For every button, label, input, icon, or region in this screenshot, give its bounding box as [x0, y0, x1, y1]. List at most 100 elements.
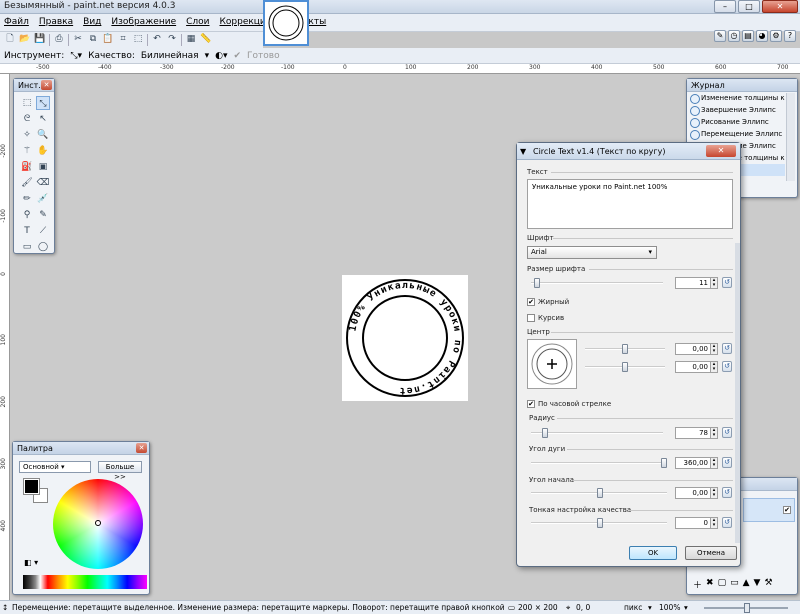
rect-select-tool-icon[interactable]: ⬚ [20, 96, 34, 110]
print-icon[interactable]: ⎙ [53, 34, 65, 46]
help-icon[interactable]: ? [784, 30, 796, 42]
delete-layer-icon[interactable]: ✖ [706, 578, 714, 592]
open-file-icon[interactable]: 📂 [19, 34, 31, 46]
history-item[interactable]: Рисование Эллипс [687, 116, 785, 128]
settings-icon[interactable]: ⚙ [770, 30, 782, 42]
blend-mode-icon[interactable]: ◐▾ [215, 51, 227, 61]
recolor-tool-icon[interactable]: ✎ [36, 208, 50, 222]
ok-button[interactable]: OK [629, 546, 677, 560]
redo-icon[interactable]: ↷ [166, 34, 178, 46]
text-input[interactable]: Уникальные уроки по Paint.net 100% [527, 179, 733, 229]
arc-angle-spinner[interactable]: ▴ ▾ [710, 457, 718, 469]
deselect-icon[interactable]: ⬚ [132, 34, 144, 46]
line-tool-icon[interactable]: ⟋ [36, 224, 50, 238]
history-window-icon[interactable]: ◷ [728, 30, 740, 42]
new-file-icon[interactable]: 🗋 [4, 34, 16, 46]
rulers-icon[interactable]: 📏 [200, 34, 212, 46]
arc-angle-value[interactable]: 360,00 [675, 457, 711, 469]
center-picker[interactable] [527, 339, 577, 389]
center-x-reset-button[interactable]: ↺ [722, 343, 732, 354]
image-canvas[interactable]: 100% Уникальные уроки по Paint.net [342, 275, 468, 401]
pencil-tool-icon[interactable]: ✏ [20, 192, 34, 206]
center-y-slider-thumb[interactable] [622, 362, 628, 372]
lasso-tool-icon[interactable]: ᘓ [20, 112, 34, 126]
center-x-slider-thumb[interactable] [622, 344, 628, 354]
undo-icon[interactable]: ↶ [151, 34, 163, 46]
font-select[interactable]: Arial ▾ [527, 246, 657, 259]
cut-icon[interactable]: ✂ [72, 34, 84, 46]
history-item[interactable]: Изменение толщины кисти [687, 92, 785, 104]
start-angle-reset-button[interactable]: ↺ [722, 487, 732, 498]
units-select[interactable]: пикс [624, 601, 642, 614]
layer-visible-checkbox[interactable]: ✔ [783, 506, 791, 514]
dialog-scrollbar[interactable] [735, 243, 740, 543]
font-size-spinner[interactable]: ▴ ▾ [710, 277, 718, 289]
history-item[interactable]: Перемещение Эллипс [687, 128, 785, 140]
paintbrush-tool-icon[interactable]: 🖌 [20, 176, 34, 190]
tools-close-button[interactable]: ✕ [41, 80, 52, 90]
clockwise-checkbox[interactable]: ✔ [527, 400, 535, 408]
center-y-spinner[interactable]: ▴ ▾ [710, 361, 718, 373]
move-layer-up-icon[interactable]: ▲ [743, 578, 750, 592]
primary-color-swatch[interactable] [23, 478, 40, 495]
quality-value[interactable]: 0 [675, 517, 711, 529]
pan-tool-icon[interactable]: ✋ [36, 144, 50, 158]
minimize-button[interactable]: – [714, 0, 736, 13]
close-button[interactable]: ✕ [762, 0, 798, 13]
font-size-slider-track[interactable] [531, 282, 663, 284]
copy-icon[interactable]: ⧉ [87, 34, 99, 46]
crop-icon[interactable]: ⌗ [117, 34, 129, 46]
center-y-reset-button[interactable]: ↺ [722, 361, 732, 372]
quality-spinner[interactable]: ▴ ▾ [710, 517, 718, 529]
text-tool-icon[interactable]: T [20, 224, 34, 238]
italic-checkbox[interactable] [527, 314, 535, 322]
clone-stamp-tool-icon[interactable]: ⚲ [20, 208, 34, 222]
quality-reset-button[interactable]: ↺ [722, 517, 732, 528]
menu-edit[interactable]: Правка [39, 17, 73, 27]
arc-angle-reset-button[interactable]: ↺ [722, 457, 732, 468]
menu-layers[interactable]: Слои [186, 17, 209, 27]
layer-row[interactable]: ✔ [743, 498, 795, 522]
add-layer-icon[interactable]: ＋ [693, 578, 702, 592]
menu-file[interactable]: Файл [4, 17, 29, 27]
layers-window-icon[interactable]: ▤ [742, 30, 754, 42]
font-size-slider-thumb[interactable] [534, 278, 540, 288]
radius-slider-thumb[interactable] [542, 428, 548, 438]
image-tab-thumbnail[interactable] [263, 0, 309, 46]
history-scrollbar[interactable] [786, 93, 795, 181]
duplicate-layer-icon[interactable]: ▢ [718, 578, 727, 592]
zoom-value[interactable]: 100% [659, 601, 680, 614]
move-selection-tool-icon[interactable]: ⤡ [36, 96, 50, 110]
magic-wand-icon[interactable]: ⚚ [20, 144, 34, 158]
zoom-tool-icon[interactable]: 🔍 [36, 128, 50, 142]
palette-mode-select[interactable]: Основной ▾ [19, 461, 91, 473]
move-selected-tool-icon[interactable]: ↖ [36, 112, 50, 126]
maximize-button[interactable]: □ [738, 0, 760, 13]
arc-angle-slider-track[interactable] [531, 462, 667, 464]
quality-slider-thumb[interactable] [597, 518, 603, 528]
move-tool-icon[interactable]: ⤡▾ [70, 51, 82, 61]
finish-button[interactable]: Готово [247, 51, 280, 61]
units-dropdown-icon[interactable]: ▾ [648, 601, 652, 614]
start-angle-spinner[interactable]: ▴ ▾ [710, 487, 718, 499]
tools-window-icon[interactable]: ✎ [714, 30, 726, 42]
start-angle-value[interactable]: 0,00 [675, 487, 711, 499]
radius-value[interactable]: 78 [675, 427, 711, 439]
shapes-tool-icon[interactable]: ▭ [20, 240, 34, 254]
start-angle-slider-thumb[interactable] [597, 488, 603, 498]
paint-bucket-tool-icon[interactable]: ⛽ [20, 160, 34, 174]
font-size-reset-button[interactable]: ↺ [722, 277, 732, 288]
grid-icon[interactable]: ▦ [185, 34, 197, 46]
save-icon[interactable]: 💾 [34, 34, 46, 46]
palette-swatches[interactable] [23, 575, 147, 589]
colors-window-icon[interactable]: ◕ [756, 30, 768, 42]
radius-reset-button[interactable]: ↺ [722, 427, 732, 438]
ellipse-tool-icon[interactable]: ◯ [36, 240, 50, 254]
radius-spinner[interactable]: ▴ ▾ [710, 427, 718, 439]
eraser-tool-icon[interactable]: ⌫ [36, 176, 50, 190]
menu-view[interactable]: Вид [83, 17, 101, 27]
merge-layer-icon[interactable]: ▭ [730, 578, 739, 592]
font-size-value[interactable]: 11 [675, 277, 711, 289]
palette-more-button[interactable]: Больше >> [98, 461, 142, 481]
layer-properties-icon[interactable]: ⚒ [764, 578, 772, 592]
